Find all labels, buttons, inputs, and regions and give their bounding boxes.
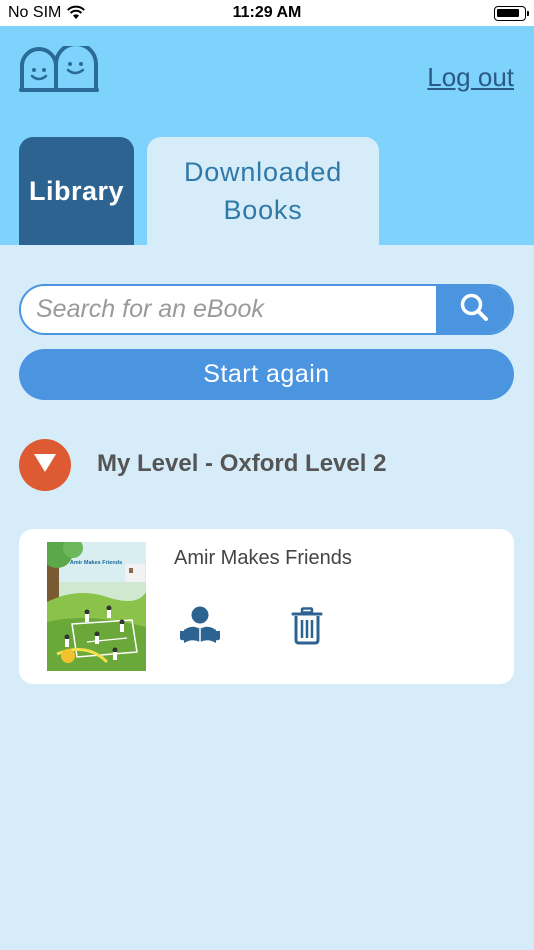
delete-book-button[interactable]: [291, 607, 323, 645]
triangle-down-icon: [33, 453, 57, 478]
search-button[interactable]: [436, 286, 512, 333]
search-bar: [19, 284, 514, 335]
level-section-header: My Level - Oxford Level 2: [19, 439, 514, 491]
two-faces-logo-icon: [19, 42, 99, 97]
start-again-label: Start again: [203, 360, 330, 388]
search-icon: [459, 292, 489, 327]
level-title: My Level - Oxford Level 2: [97, 450, 387, 477]
read-book-button[interactable]: [179, 605, 221, 645]
book-cover-title: Amir Makes Friends: [70, 560, 122, 566]
tab-library-label: Library: [28, 175, 125, 206]
level-collapse-toggle[interactable]: [19, 439, 71, 491]
status-bar: No SIM 11:29 AM: [0, 0, 534, 26]
book-cover-image[interactable]: Amir Makes Friends: [47, 542, 146, 671]
battery-icon: [494, 6, 529, 21]
trash-icon: [291, 607, 323, 649]
tab-downloaded-books[interactable]: Downloaded Books: [147, 137, 379, 245]
search-input[interactable]: [21, 286, 439, 333]
tab-library[interactable]: Library: [19, 137, 134, 245]
book-title: Amir Makes Friends: [174, 547, 352, 569]
clock: 11:29 AM: [232, 4, 302, 21]
app-header: Log out Library Downloaded Books: [0, 26, 534, 245]
book-card: Amir Makes Friends Amir Makes Friends: [19, 529, 514, 684]
logout-link[interactable]: Log out: [427, 62, 514, 93]
tab-downloaded-books-label: Downloaded Books: [183, 157, 343, 225]
start-again-button[interactable]: Start again: [19, 349, 514, 400]
reader-icon: [179, 606, 221, 649]
